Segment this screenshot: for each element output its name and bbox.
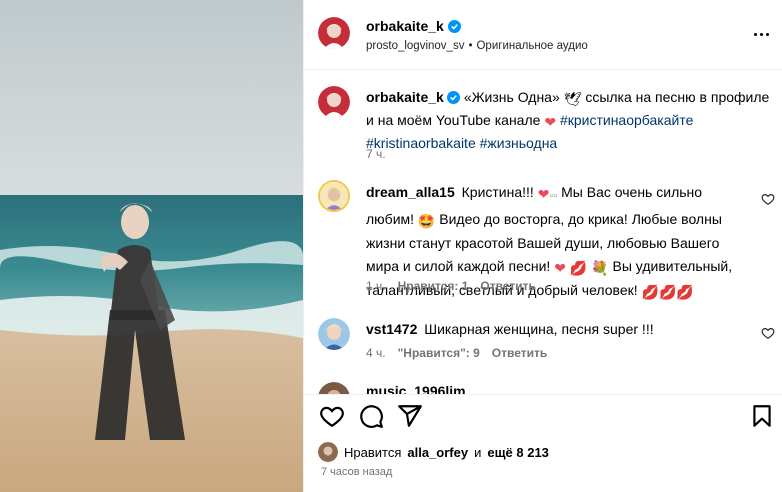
comment-text: vst1472 Шикарная женщина, песня super !!…	[366, 319, 654, 339]
reply-button[interactable]: Ответить	[480, 279, 535, 293]
commenter-avatar[interactable]	[318, 180, 350, 212]
likes-summary: Нравится alla_orfey и ещё 8 213	[318, 442, 549, 462]
hashtag-link[interactable]: #жизньодна	[480, 135, 558, 151]
comment-part: Шикарная женщина, песня super !!!	[424, 321, 654, 337]
comment-like-heart-icon[interactable]	[761, 326, 775, 340]
comment-button[interactable]	[358, 403, 384, 429]
post-timestamp[interactable]: 7 часов назад	[321, 466, 392, 478]
kiss-emoji-icon: 💋	[569, 259, 588, 276]
heart-emoji-icon: ❤	[544, 114, 557, 130]
separator-dot: •	[468, 40, 473, 52]
comment-meta: 4 ч. "Нравится": 9 Ответить	[366, 346, 547, 360]
comment-likes[interactable]: "Нравится": 9	[398, 346, 480, 360]
audio-author[interactable]: prosto_logvinov_sv	[366, 40, 464, 52]
caption-text: orbakaite_k «Жизнь Одна» 🕊 ссылка на песн…	[366, 87, 770, 154]
comment-text: music_1996lim ...	[366, 383, 484, 394]
comment-meta: 1 ч. Нравится: 1 Ответить	[366, 279, 536, 293]
heart-icon	[320, 406, 344, 428]
post-media[interactable]	[0, 0, 303, 492]
verified-icon	[447, 19, 461, 33]
comment-likes[interactable]: Нравится: 1	[398, 279, 469, 293]
beach-photo	[0, 0, 303, 492]
liker-avatar[interactable]	[318, 442, 338, 462]
starstruck-emoji-icon: 🤩	[417, 212, 436, 229]
audio-label[interactable]: Оригинальное аудио	[476, 40, 587, 52]
caption-avatar[interactable]	[318, 86, 350, 118]
comment-username[interactable]: vst1472	[366, 321, 417, 337]
share-icon	[398, 405, 422, 427]
comment-time[interactable]: 4 ч.	[366, 346, 386, 360]
likes-count[interactable]: ещё 8 213	[487, 445, 549, 460]
commenter-avatar[interactable]	[318, 382, 350, 394]
comment-icon	[360, 405, 383, 428]
caption-time[interactable]: 7 ч.	[366, 147, 386, 161]
comments-list: orbakaite_k «Жизнь Одна» 🕊 ссылка на песн…	[304, 71, 782, 394]
caption-username[interactable]: orbakaite_k	[366, 89, 444, 105]
dove-icon: 🕊	[563, 91, 582, 107]
likes-middle: и	[474, 444, 482, 460]
emoji-icon: ▫▫	[549, 190, 558, 202]
likes-prefix: Нравится	[344, 444, 402, 460]
post-details-panel: orbakaite_k prosto_logvinov_sv • Оригиналь…	[303, 0, 782, 492]
audio-line: prosto_logvinov_sv • Оригинальное аудио	[366, 40, 588, 52]
bouquet-emoji-icon: 💐	[591, 259, 609, 276]
kiss-emoji-icon: 💋💋💋	[641, 284, 694, 300]
author-line: orbakaite_k	[366, 18, 461, 34]
more-icon	[753, 32, 769, 36]
bookmark-icon	[753, 405, 771, 427]
post-actions: Нравится alla_orfey и ещё 8 213 7 часов …	[304, 394, 782, 492]
author-avatar[interactable]	[318, 17, 350, 49]
commenter-avatar[interactable]	[318, 318, 350, 350]
like-button[interactable]	[319, 403, 345, 429]
heart-emoji-icon: ❤	[554, 259, 566, 276]
liked-by-username[interactable]: alla_orfey	[407, 445, 468, 460]
comment-like-heart-icon[interactable]	[761, 192, 775, 206]
more-options-button[interactable]	[751, 24, 771, 44]
comment-time[interactable]: 1 ч.	[366, 279, 386, 293]
comment-username[interactable]: dream_alla15	[366, 184, 455, 200]
author-username[interactable]: orbakaite_k	[366, 18, 444, 34]
post-header: orbakaite_k prosto_logvinov_sv • Оригиналь…	[304, 0, 782, 70]
hashtag-link[interactable]: #кристинаорбакайте	[560, 112, 693, 128]
reply-button[interactable]: Ответить	[492, 346, 547, 360]
comment-part: ...	[472, 383, 485, 394]
caption-song-title: «Жизнь Одна»	[463, 89, 560, 105]
verified-icon	[446, 91, 460, 104]
heart-emoji-icon: ❤	[537, 186, 550, 202]
share-button[interactable]	[397, 403, 423, 429]
save-button[interactable]	[749, 403, 775, 429]
comment-username[interactable]: music_1996lim	[366, 383, 466, 394]
comment-part: Кристина!!!	[461, 184, 534, 200]
